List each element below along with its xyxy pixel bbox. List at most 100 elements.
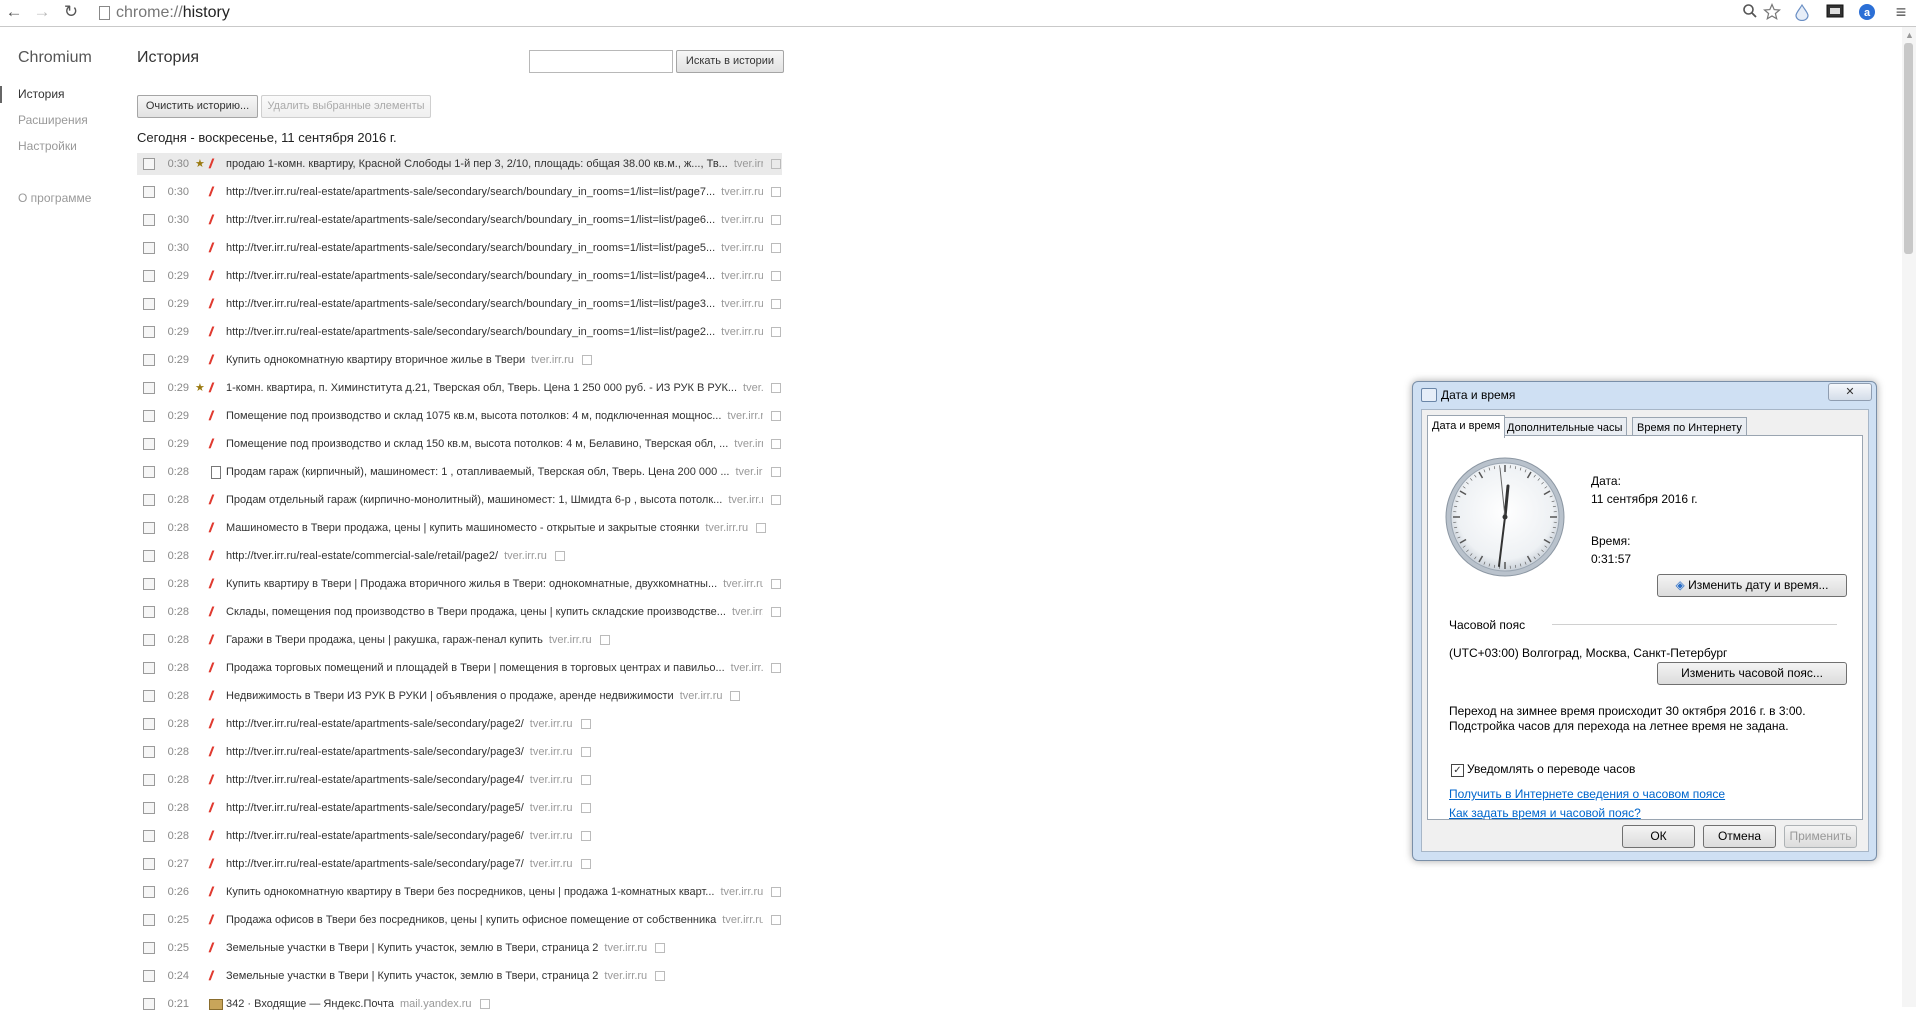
entry-checkbox[interactable]: [143, 438, 155, 450]
entry-title-link[interactable]: http://tver.irr.ru/real-estate/apartment…: [226, 237, 763, 259]
entry-title-link[interactable]: Гаражи в Твери продажа, цены | ракушка, …: [226, 629, 592, 651]
cancel-button[interactable]: Отмена: [1703, 825, 1776, 848]
entry-domain[interactable]: tver.irr.ru: [530, 746, 573, 758]
address-bar[interactable]: chrome://history: [116, 2, 1801, 23]
entry-menu-icon[interactable]: [581, 747, 591, 757]
entry-title-link[interactable]: http://tver.irr.ru/real-estate/apartment…: [226, 853, 573, 875]
entry-checkbox[interactable]: [143, 354, 155, 366]
entry-domain[interactable]: tver.irr.ru: [721, 214, 763, 226]
search-history-button[interactable]: Искать в истории: [676, 50, 784, 73]
notify-checkbox[interactable]: ✓: [1451, 764, 1464, 777]
entry-checkbox[interactable]: [143, 858, 155, 870]
entry-title-link[interactable]: Продажа офисов в Твери без посредников, …: [226, 909, 763, 931]
entry-domain[interactable]: tver.irr.ru: [705, 522, 748, 534]
entry-domain[interactable]: tver.irr.ru: [721, 270, 763, 282]
sidebar-item-history[interactable]: История: [18, 87, 65, 101]
entry-domain[interactable]: tver.irr.ru: [728, 494, 763, 506]
change-timezone-button[interactable]: Изменить часовой пояс...: [1657, 662, 1847, 685]
entry-title-link[interactable]: Недвижимость в Твери ИЗ РУК В РУКИ | объ…: [226, 685, 722, 707]
entry-domain[interactable]: tver.irr.ru: [734, 158, 763, 170]
entry-title-link[interactable]: http://tver.irr.ru/real-estate/apartment…: [226, 293, 763, 315]
entry-checkbox[interactable]: [143, 662, 155, 674]
entry-domain[interactable]: tver.irr.ru: [721, 242, 763, 254]
entry-menu-icon[interactable]: [480, 999, 490, 1009]
entry-checkbox[interactable]: [143, 886, 155, 898]
entry-title-link[interactable]: Продам отдельный гараж (кирпично-монолит…: [226, 489, 763, 511]
history-entry[interactable]: 0:24//Земельные участки в Твери | Купить…: [137, 965, 782, 993]
entry-checkbox[interactable]: [143, 634, 155, 646]
entry-menu-icon[interactable]: [581, 803, 591, 813]
entry-checkbox[interactable]: [143, 746, 155, 758]
entry-domain[interactable]: tver.irr.ru: [720, 886, 763, 898]
entry-checkbox[interactable]: [143, 410, 155, 422]
entry-domain[interactable]: tver.irr.ru: [530, 774, 573, 786]
entry-title-link[interactable]: http://tver.irr.ru/real-estate/apartment…: [226, 265, 763, 287]
timezone-info-link[interactable]: Получить в Интернете сведения о часовом …: [1449, 787, 1725, 801]
clear-history-button[interactable]: Очистить историю...: [137, 95, 258, 118]
bookmark-star-icon[interactable]: [1762, 3, 1782, 23]
entry-menu-icon[interactable]: [771, 663, 781, 673]
extension-screenshot-icon[interactable]: [1825, 3, 1845, 23]
entry-domain[interactable]: tver.irr.ru: [723, 578, 763, 590]
history-entry[interactable]: 0:28//Продам отдельный гараж (кирпично-м…: [137, 489, 782, 517]
entry-checkbox[interactable]: [143, 214, 155, 226]
history-entry[interactable]: 0:28//http://tver.irr.ru/real-estate/apa…: [137, 797, 782, 825]
entry-menu-icon[interactable]: [771, 915, 781, 925]
extension-account-icon[interactable]: a: [1857, 3, 1877, 23]
history-search-input[interactable]: [529, 50, 673, 73]
entry-menu-icon[interactable]: [600, 635, 610, 645]
entry-menu-icon[interactable]: [771, 159, 781, 169]
entry-domain[interactable]: tver.irr.ru: [732, 606, 763, 618]
entry-domain[interactable]: tver.irr.ru: [531, 354, 574, 366]
forward-button[interactable]: →: [32, 2, 52, 22]
entry-checkbox[interactable]: [143, 242, 155, 254]
entry-checkbox[interactable]: [143, 382, 155, 394]
how-to-set-time-link[interactable]: Как задать время и часовой пояс?: [1449, 806, 1641, 820]
history-entry[interactable]: 0:21342 · Входящие — Яндекс.Почтаmail.ya…: [137, 993, 782, 1021]
history-entry[interactable]: 0:28Продам гараж (кирпичный), машиномест…: [137, 461, 782, 489]
entry-title-link[interactable]: Купить однокомнатную квартиру вторичное …: [226, 349, 574, 371]
history-entry[interactable]: 0:28//http://tver.irr.ru/real-estate/com…: [137, 545, 782, 573]
entry-menu-icon[interactable]: [771, 243, 781, 253]
entry-title-link[interactable]: продаю 1-комн. квартиру, Красной Слободы…: [226, 153, 763, 175]
entry-domain[interactable]: tver.irr.ru: [721, 186, 763, 198]
entry-domain[interactable]: tver.irr.ru: [530, 830, 573, 842]
entry-menu-icon[interactable]: [771, 495, 781, 505]
entry-checkbox[interactable]: [143, 522, 155, 534]
entry-title-link[interactable]: Купить квартиру в Твери | Продажа вторич…: [226, 573, 763, 595]
entry-domain[interactable]: tver.irr.ru: [504, 550, 547, 562]
entry-menu-icon[interactable]: [771, 607, 781, 617]
scrollbar-thumb[interactable]: [1904, 43, 1913, 254]
entry-domain[interactable]: tver.irr.ru: [530, 718, 573, 730]
entry-domain[interactable]: tver.irr.ru: [731, 662, 763, 674]
entry-domain[interactable]: tver.irr.ru: [736, 466, 764, 478]
entry-checkbox[interactable]: [143, 298, 155, 310]
history-entry[interactable]: 0:26//Купить однокомнатную квартиру в Тв…: [137, 881, 782, 909]
history-entry[interactable]: 0:30//http://tver.irr.ru/real-estate/apa…: [137, 237, 782, 265]
entry-domain[interactable]: tver.irr.ru: [680, 690, 723, 702]
entry-checkbox[interactable]: [143, 998, 155, 1010]
tab-date-time[interactable]: Дата и время: [1427, 415, 1505, 438]
entry-checkbox[interactable]: [143, 606, 155, 618]
entry-domain[interactable]: tver.irr.ru: [721, 326, 763, 338]
ok-button[interactable]: ОК: [1622, 825, 1695, 848]
entry-title-link[interactable]: 342 · Входящие — Яндекс.Почтаmail.yandex…: [226, 993, 472, 1015]
entry-title-link[interactable]: Помещение под производство и склад 150 к…: [226, 433, 763, 455]
history-entry[interactable]: 0:28//Гаражи в Твери продажа, цены | рак…: [137, 629, 782, 657]
history-entry[interactable]: 0:28//http://tver.irr.ru/real-estate/apa…: [137, 769, 782, 797]
entry-title-link[interactable]: http://tver.irr.ru/real-estate/apartment…: [226, 825, 573, 847]
entry-menu-icon[interactable]: [771, 467, 781, 477]
entry-menu-icon[interactable]: [581, 775, 591, 785]
reload-button[interactable]: ↻: [61, 2, 81, 22]
entry-checkbox[interactable]: [143, 942, 155, 954]
menu-icon[interactable]: ≡: [1891, 2, 1911, 22]
entry-checkbox[interactable]: [143, 718, 155, 730]
entry-title-link[interactable]: http://tver.irr.ru/real-estate/apartment…: [226, 741, 573, 763]
entry-menu-icon[interactable]: [655, 943, 665, 953]
entry-checkbox[interactable]: [143, 914, 155, 926]
entry-menu-icon[interactable]: [771, 411, 781, 421]
entry-checkbox[interactable]: [143, 970, 155, 982]
history-entry[interactable]: 0:28//Склады, помещения под производство…: [137, 601, 782, 629]
entry-menu-icon[interactable]: [771, 383, 781, 393]
entry-menu-icon[interactable]: [555, 551, 565, 561]
